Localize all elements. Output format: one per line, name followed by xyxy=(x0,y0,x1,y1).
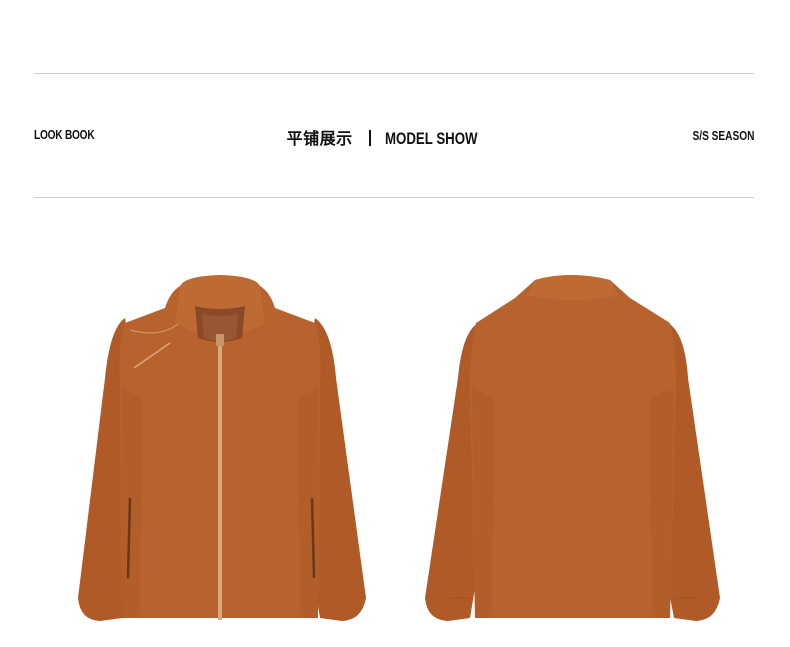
jacket-front-image xyxy=(70,268,370,628)
section-title-en: MODEL SHOW xyxy=(384,129,478,148)
jacket-back-image xyxy=(420,268,725,628)
bottom-divider xyxy=(34,197,754,198)
section-title-cn: 平铺展示 xyxy=(286,131,353,148)
section-title: 平铺展示 MODEL SHOW xyxy=(0,125,790,149)
title-separator xyxy=(368,130,371,146)
top-divider xyxy=(34,73,754,74)
season-label-wrap: S/S SEASON xyxy=(675,127,754,145)
season-label: S/S SEASON xyxy=(692,128,754,143)
